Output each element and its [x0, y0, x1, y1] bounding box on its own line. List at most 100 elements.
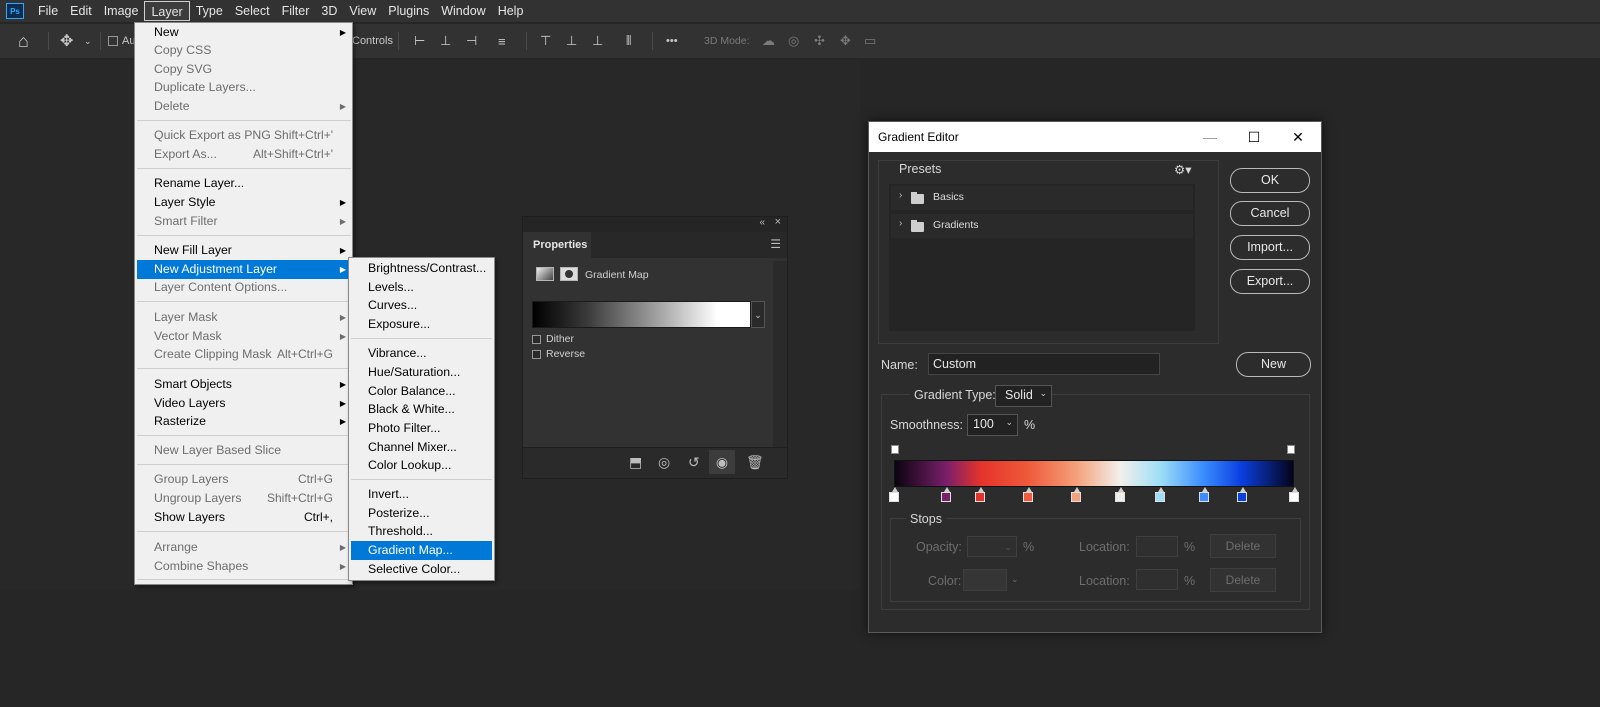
- presets-scrollbar[interactable]: [1195, 184, 1211, 331]
- align-right-icon[interactable]: ⊣: [466, 24, 477, 58]
- menu-item-color-balance[interactable]: Color Balance...: [351, 382, 492, 401]
- opacity-stop-right[interactable]: [1287, 445, 1295, 454]
- menu-item-create-clipping-mask[interactable]: Create Clipping Mask Alt+Ctrl+G: [137, 345, 351, 364]
- menu-item-new-adjustment-layer[interactable]: New Adjustment Layer ▶: [137, 260, 351, 279]
- menu-item-vector-mask[interactable]: Vector Mask ▶: [137, 327, 351, 346]
- menu-view[interactable]: View: [343, 1, 382, 21]
- menu-item-copy-css[interactable]: Copy CSS: [137, 41, 351, 60]
- delete-trash-icon[interactable]: 🗑: [746, 454, 764, 471]
- menu-item-new-fill-layer[interactable]: New Fill Layer ▶: [137, 241, 351, 260]
- smoothness-input[interactable]: 100 ⌄: [967, 414, 1018, 436]
- menu-item-show-layers[interactable]: Show Layers Ctrl+,: [137, 508, 351, 527]
- reset-icon[interactable]: ↺: [688, 454, 700, 471]
- menu-item-smart-objects[interactable]: Smart Objects ▶: [137, 375, 351, 394]
- new-gradient-button[interactable]: New: [1236, 352, 1311, 377]
- menu-item-invert[interactable]: Invert...: [351, 485, 492, 504]
- menu-item-new-layer-based-slice[interactable]: New Layer Based Slice: [137, 441, 351, 460]
- chevron-down-icon[interactable]: ⌄: [1011, 574, 1019, 585]
- menu-item-quick-export-png[interactable]: Quick Export as PNG Shift+Ctrl+': [137, 126, 351, 145]
- preset-folder-gradients[interactable]: › Gradients: [891, 214, 1193, 238]
- menu-item-rasterize[interactable]: Rasterize ▶: [137, 412, 351, 431]
- menu-item-rename-layer[interactable]: Rename Layer...: [137, 174, 351, 193]
- home-icon[interactable]: ⌂: [18, 24, 29, 58]
- menu-item-curves[interactable]: Curves...: [351, 296, 492, 315]
- close-panel-icon[interactable]: ×: [775, 216, 781, 228]
- 3d-pan-icon[interactable]: ✣: [814, 24, 825, 58]
- color-swatch[interactable]: [963, 569, 1007, 591]
- move-tool-icon[interactable]: ✥: [60, 24, 73, 58]
- menu-item-photo-filter[interactable]: Photo Filter...: [351, 419, 492, 438]
- color-location-input[interactable]: [1136, 569, 1178, 590]
- visibility-eye-icon[interactable]: ◉: [709, 450, 735, 474]
- import-button[interactable]: Import...: [1230, 235, 1310, 260]
- distribute-icon[interactable]: ≡: [498, 24, 506, 58]
- align-left-icon[interactable]: ⊢: [414, 24, 425, 58]
- 3d-slide-icon[interactable]: ✥: [840, 24, 851, 58]
- 3d-scale-icon[interactable]: ▭: [864, 24, 876, 58]
- menu-plugins[interactable]: Plugins: [382, 1, 435, 21]
- menu-file[interactable]: File: [32, 1, 64, 21]
- menu-item-layer-style[interactable]: Layer Style ▶: [137, 193, 351, 212]
- panel-menu-icon[interactable]: ☰: [770, 237, 781, 251]
- menu-item-smart-filter[interactable]: Smart Filter ▶: [137, 212, 351, 231]
- color-stop[interactable]: [1155, 487, 1165, 502]
- menu-window[interactable]: Window: [435, 1, 491, 21]
- align-vcenter-icon[interactable]: ⊥: [566, 24, 577, 58]
- gradient-preview[interactable]: [532, 301, 751, 328]
- align-top-icon[interactable]: ⊤: [540, 24, 551, 58]
- view-previous-state-icon[interactable]: ◎: [658, 454, 670, 471]
- color-stop[interactable]: [1237, 487, 1247, 502]
- menu-select[interactable]: Select: [229, 1, 276, 21]
- gradient-dropdown-chevron-icon[interactable]: ⌄: [751, 301, 765, 328]
- align-bottom-icon[interactable]: ⊥: [592, 24, 603, 58]
- align-hcenter-icon[interactable]: ⊥: [440, 24, 451, 58]
- chevron-down-icon[interactable]: ⌄: [84, 24, 92, 58]
- menu-item-copy-svg[interactable]: Copy SVG: [137, 60, 351, 79]
- menu-item-new[interactable]: New ▶: [137, 23, 351, 42]
- menu-item-color-lookup[interactable]: Color Lookup...: [351, 456, 492, 475]
- tab-properties[interactable]: Properties: [523, 232, 591, 258]
- preset-folder-basics[interactable]: › Basics: [891, 186, 1193, 210]
- menu-item-duplicate-layers[interactable]: Duplicate Layers...: [137, 78, 351, 97]
- opacity-location-input[interactable]: [1136, 536, 1178, 557]
- menu-item-layer-mask[interactable]: Layer Mask ▶: [137, 308, 351, 327]
- menu-item-exposure[interactable]: Exposure...: [351, 315, 492, 334]
- menu-3d[interactable]: 3D: [315, 1, 343, 21]
- transform-controls-label[interactable]: Controls: [352, 24, 393, 58]
- menu-item-video-layers[interactable]: Video Layers ▶: [137, 394, 351, 413]
- close-icon[interactable]: ✕: [1287, 126, 1309, 148]
- distribute-vertical-icon[interactable]: ⫴: [626, 24, 631, 58]
- menu-help[interactable]: Help: [492, 1, 530, 21]
- menu-item-export-as[interactable]: Export As... Alt+Shift+Ctrl+': [137, 145, 351, 164]
- color-stop[interactable]: [1289, 487, 1299, 502]
- menu-item-posterize[interactable]: Posterize...: [351, 504, 492, 523]
- menu-item-layer-content-options[interactable]: Layer Content Options...: [137, 278, 351, 297]
- gradient-bar[interactable]: [894, 460, 1294, 487]
- color-stop[interactable]: [1115, 487, 1125, 502]
- color-stop[interactable]: [1199, 487, 1209, 502]
- menu-item-ungroup-layers[interactable]: Ungroup Layers Shift+Ctrl+G: [137, 489, 351, 508]
- collapse-panel-icon[interactable]: «: [759, 217, 765, 228]
- clip-to-layer-icon[interactable]: ⬒: [629, 454, 642, 471]
- gradient-name-input[interactable]: Custom: [928, 353, 1160, 375]
- menu-item-delete[interactable]: Delete ▶: [137, 97, 351, 116]
- menu-filter[interactable]: Filter: [276, 1, 316, 21]
- menu-item-vibrance[interactable]: Vibrance...: [351, 344, 492, 363]
- dither-checkbox[interactable]: [532, 335, 541, 344]
- auto-select-checkbox[interactable]: Au: [108, 24, 135, 58]
- maximize-icon[interactable]: ☐: [1243, 126, 1265, 148]
- gradient-type-select[interactable]: Solid ⌄: [995, 385, 1052, 407]
- menu-item-arrange[interactable]: Arrange ▶: [137, 538, 351, 557]
- opacity-input[interactable]: ⌄: [967, 536, 1017, 557]
- minimize-icon[interactable]: —: [1199, 126, 1221, 148]
- delete-opacity-stop-button[interactable]: Delete: [1210, 534, 1276, 558]
- reverse-checkbox[interactable]: [532, 350, 541, 359]
- panel-scrollbar[interactable]: [773, 261, 787, 447]
- color-stop[interactable]: [889, 487, 899, 502]
- menu-item-threshold[interactable]: Threshold...: [351, 522, 492, 541]
- menu-layer[interactable]: Layer: [144, 1, 190, 21]
- menu-item-brightness-contrast[interactable]: Brightness/Contrast...: [351, 259, 492, 278]
- menu-item-black-white[interactable]: Black & White...: [351, 400, 492, 419]
- presets-gear-icon[interactable]: ⚙▾: [1174, 162, 1191, 177]
- menu-item-hue-saturation[interactable]: Hue/Saturation...: [351, 363, 492, 382]
